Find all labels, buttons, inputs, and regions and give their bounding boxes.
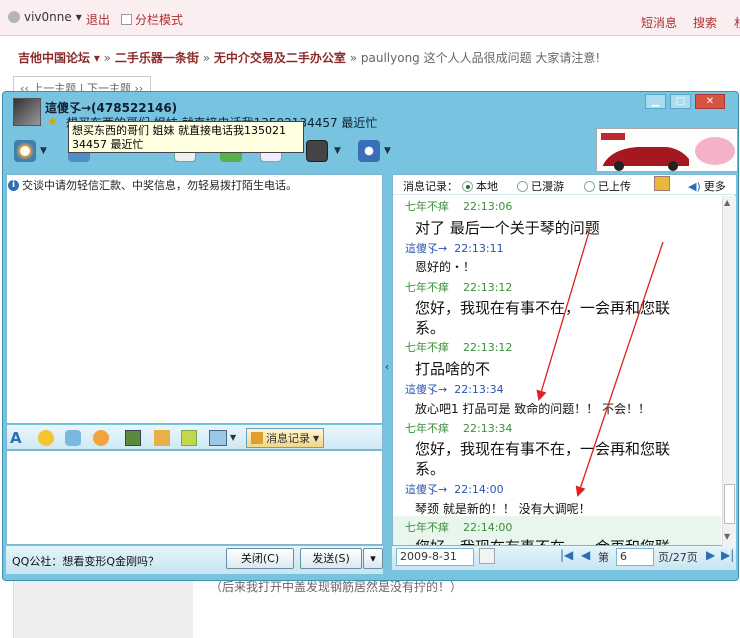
send-options-button[interactable]: ▾ [363,548,383,569]
more-options-button[interactable]: ◀) 更多 [688,178,726,194]
breadcrumb-section[interactable]: 二手乐器一条街 [115,51,199,65]
send-button[interactable]: 发送(S) [300,548,362,569]
upload-label: 已上传 [598,180,631,193]
message-list: 七年不痒 22:13:06 对了 最后一个关于琴的问题 這傻孓→ 22:13:1… [393,196,721,545]
minimize-button[interactable]: ▁ [645,94,666,109]
split-mode-toggle[interactable]: 分栏模式 [121,11,183,28]
page-total: 页/27页 [658,551,698,564]
chevron-down-icon[interactable]: ▼ [40,146,47,156]
breadcrumb-sep: » [202,51,211,65]
ad-banner[interactable] [596,128,738,172]
more-label: 更多 [703,180,726,193]
scroll-thumb[interactable] [724,484,735,524]
tooltip-line2: 34457 最近忙 [72,138,144,151]
username: viv0nne [24,10,72,24]
user-avatar-icon [8,11,20,23]
music-icon[interactable] [181,430,197,446]
info-icon: i [8,179,19,191]
shake-icon[interactable] [93,430,109,446]
star-icon: ★ [47,114,58,128]
maximize-button[interactable]: □ [670,94,691,109]
local-label: 本地 [476,180,498,193]
logout-link[interactable]: 退出 [86,11,110,28]
message-history-label: 消息记录 [266,432,310,445]
short-message-link[interactable]: 短消息 [641,14,677,31]
chevron-down-icon: ▾ [75,10,82,24]
prev-page-icon[interactable]: ◀ [581,548,590,562]
font-icon[interactable]: A [10,429,22,447]
date-field[interactable]: 2009-8-31 [396,548,474,566]
split-mode-checkbox[interactable] [121,14,132,25]
magic-emoticon-icon[interactable] [65,430,81,446]
page-prefix: 第 [598,551,609,564]
chat-display-area [6,174,383,424]
next-page-icon[interactable]: ▶ [706,548,715,562]
message-input[interactable] [6,450,383,545]
breadcrumb-sep: » [349,51,358,65]
message-history-button[interactable]: 消息记录 ▼ [246,428,325,448]
tooltip-line1: 想买东西的哥们 姐妹 就直接电话我135021 [72,124,286,137]
annotation-arrows [536,231,664,497]
collapse-panel-icon[interactable]: ‹ [385,362,389,373]
chevron-down-icon: ▼ [313,433,320,443]
roam-label: 已漫游 [531,180,564,193]
chevron-down-icon[interactable]: ▼ [334,146,341,156]
radio-local[interactable] [462,180,473,192]
contact-avatar[interactable] [13,98,41,126]
speaker-icon: ◀) [688,179,701,193]
first-page-icon[interactable]: |◀ [560,548,573,562]
game-icon[interactable] [306,140,328,162]
chevron-down-icon[interactable]: ▼ [230,433,236,442]
arrow-1 [536,231,590,401]
post-sidebar [13,575,193,638]
radio-upload[interactable] [584,180,595,192]
breadcrumb-sep: » [103,51,112,65]
signature-tooltip: 想买东西的哥们 姐妹 就直接电话我135021 34457 最近忙 [68,121,304,153]
breadcrumb-site[interactable]: 吉他中国论坛 [18,51,90,65]
close-button[interactable]: 关闭(C) [226,548,294,569]
scroll-down-icon[interactable]: ▼ [724,532,730,541]
history-roam-option[interactable]: 已漫游 [517,178,564,194]
user-menu[interactable]: viv0nne ▾ [8,10,82,24]
history-icon [251,432,263,444]
export-icon[interactable] [654,176,670,191]
breadcrumb-subsection[interactable]: 无中介交易及二手办公室 [214,51,346,65]
video-call-icon[interactable] [14,140,36,162]
image-icon[interactable] [125,430,141,446]
close-window-button[interactable]: ✕ [695,94,725,109]
settings-gear-icon[interactable] [358,140,380,162]
forum-topbar: viv0nne▾ 退出 分栏模式 短消息 搜索 杉 [0,0,740,36]
screenshot-icon[interactable] [209,430,227,446]
qq-news-link[interactable]: QQ公社：想看变形Q金刚吗？ [12,553,159,569]
thread-title: paullyong 这个人人品很成问题 大家请注意! [360,51,601,65]
split-mode-label: 分栏模式 [135,13,184,27]
chevron-down-icon[interactable]: ▼ [384,146,391,156]
page-number-input[interactable]: 6 [616,548,654,566]
last-page-icon[interactable]: ▶| [721,548,734,562]
history-scrollbar[interactable]: ▲ ▼ [722,196,736,546]
history-local-option[interactable]: 本地 [462,178,498,194]
scroll-up-icon[interactable]: ▲ [724,198,730,207]
security-notice: i 交谈中请勿轻信汇款、中奖信息，勿轻易拨打陌生电话。 [8,177,297,193]
notice-text: 交谈中请勿轻信汇款、中奖信息，勿轻易拨打陌生电话。 [22,179,297,192]
calendar-icon[interactable] [479,548,495,564]
search-link[interactable]: 搜索 [693,14,717,31]
chevron-down-icon: ▾ [90,51,104,65]
history-upload-option[interactable]: 已上传 [584,178,631,194]
history-label: 消息记录： [403,180,458,193]
breadcrumb: 吉他中国论坛 ▾ » 二手乐器一条街 » 无中介交易及二手办公室 » paull… [18,49,600,66]
radio-roam[interactable] [517,180,528,192]
gift-icon[interactable] [154,430,170,446]
more-link[interactable]: 杉 [734,14,740,31]
emoticon-icon[interactable] [38,430,54,446]
arrow-2 [575,241,664,497]
car-ad-image [597,129,737,171]
